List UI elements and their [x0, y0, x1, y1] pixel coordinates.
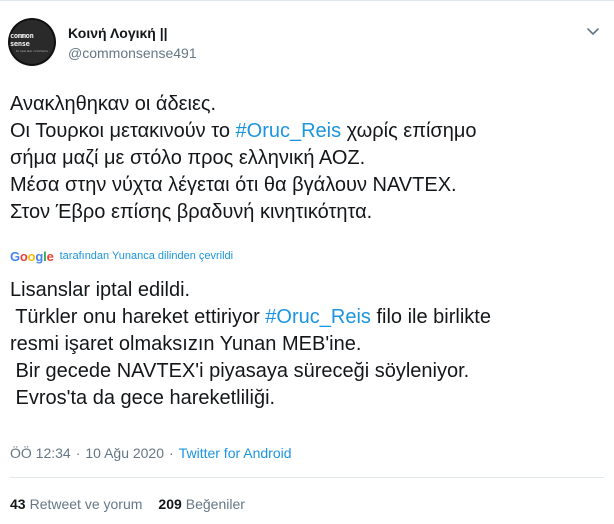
- tweet-line: Ανακληθηκαν οι άδειες.: [10, 91, 600, 118]
- avatar-subtext: to real war commons: [16, 48, 48, 53]
- tweet-line: σήμα μαζί με στόλο προς ελληνική ΑΟΖ.: [10, 145, 600, 172]
- tweet-text: Ανακληθηκαν οι άδειες. Οι Τουρκοι μετακιν…: [10, 91, 600, 226]
- google-logo-letter: g: [35, 248, 44, 264]
- text-segment: χωρίς επίσημο: [341, 120, 477, 142]
- text-segment: filo ile birlikte: [370, 306, 491, 328]
- text-segment: Evros'ta da gece hareketliliği.: [10, 387, 276, 409]
- meta-separator: ·: [169, 445, 174, 461]
- tweet-meta: ÖÖ 12:34 · 10 Ağu 2020 · Twitter for And…: [10, 445, 292, 461]
- google-logo-letter: e: [46, 248, 54, 264]
- hashtag-link[interactable]: #Oruc_Reis: [236, 120, 342, 142]
- display-name[interactable]: Κοινή Λογική ||: [68, 25, 168, 41]
- avatar-image: common sense to real war commons: [10, 20, 54, 64]
- translation-line: resmi işaret olmaksızın Yunan MEB'ine.: [10, 331, 600, 358]
- text-segment: Στον Έβρο επίσης βραδυνή κινητικότητα.: [10, 201, 373, 223]
- google-logo-letter: G: [10, 248, 20, 264]
- retweet-label[interactable]: Retweet ve yorum: [30, 496, 143, 512]
- like-label[interactable]: Beğeniler: [186, 496, 245, 512]
- text-segment: σήμα μαζί με στόλο προς ελληνική ΑΟΖ.: [10, 147, 366, 169]
- translation-label[interactable]: tarafından Yunanca dilinden çevrildi: [60, 250, 233, 262]
- retweet-count[interactable]: 43: [10, 496, 26, 512]
- hashtag-link[interactable]: #Oruc_Reis: [265, 306, 371, 328]
- translation-attribution: Google tarafından Yunanca dilinden çevri…: [10, 248, 233, 264]
- text-segment: resmi işaret olmaksızın Yunan MEB'ine.: [10, 333, 362, 355]
- tweet-line: Στον Έβρο επίσης βραδυνή κινητικότητα.: [10, 199, 600, 226]
- translation-line: Lisanslar iptal edildi.: [10, 277, 600, 304]
- meta-separator: ·: [75, 445, 81, 461]
- text-segment: Bir gecede NAVTEX'i piyasaya süreceği sö…: [10, 360, 470, 382]
- like-count[interactable]: 209: [158, 496, 181, 512]
- google-logo: Google: [10, 249, 54, 264]
- tweet-stats: 43 Retweet ve yorum 209 Beğeniler: [10, 496, 245, 512]
- translation-line: Türkler onu hareket ettiriyor #Oruc_Reis…: [10, 304, 600, 331]
- text-segment: Ανακληθηκαν οι άδειες.: [10, 93, 217, 115]
- translation-line: Bir gecede NAVTEX'i piyasaya süreceği sö…: [10, 358, 600, 385]
- avatar[interactable]: common sense to real war commons: [8, 18, 56, 66]
- tweet-source[interactable]: Twitter for Android: [179, 445, 292, 461]
- text-segment: Οι Τουρκοι μετακινούν το: [10, 120, 236, 142]
- divider: [10, 477, 604, 478]
- tweet-line: Οι Τουρκοι μετακινούν το #Oruc_Reis χωρί…: [10, 118, 600, 145]
- chevron-down-icon[interactable]: [584, 25, 602, 39]
- avatar-text: common sense: [10, 31, 34, 48]
- user-handle[interactable]: @commonsense491: [68, 45, 197, 61]
- tweet-line: Μέσα στην νύχτα λέγεται ότι θα βγάλουν N…: [10, 172, 600, 199]
- tweet-time[interactable]: ÖÖ 12:34: [10, 445, 71, 461]
- tweet-date[interactable]: 10 Ağu 2020: [85, 445, 164, 461]
- google-logo-letter: o: [19, 248, 28, 264]
- text-segment: Türkler onu hareket ettiriyor: [10, 306, 266, 328]
- text-segment: Lisanslar iptal edildi.: [10, 279, 191, 301]
- text-segment: Μέσα στην νύχτα λέγεται ότι θα βγάλουν N…: [10, 174, 457, 196]
- top-border: [0, 0, 614, 1]
- translation-line: Evros'ta da gece hareketliliği.: [10, 385, 600, 412]
- translated-text: Lisanslar iptal edildi. Türkler onu hare…: [10, 277, 600, 412]
